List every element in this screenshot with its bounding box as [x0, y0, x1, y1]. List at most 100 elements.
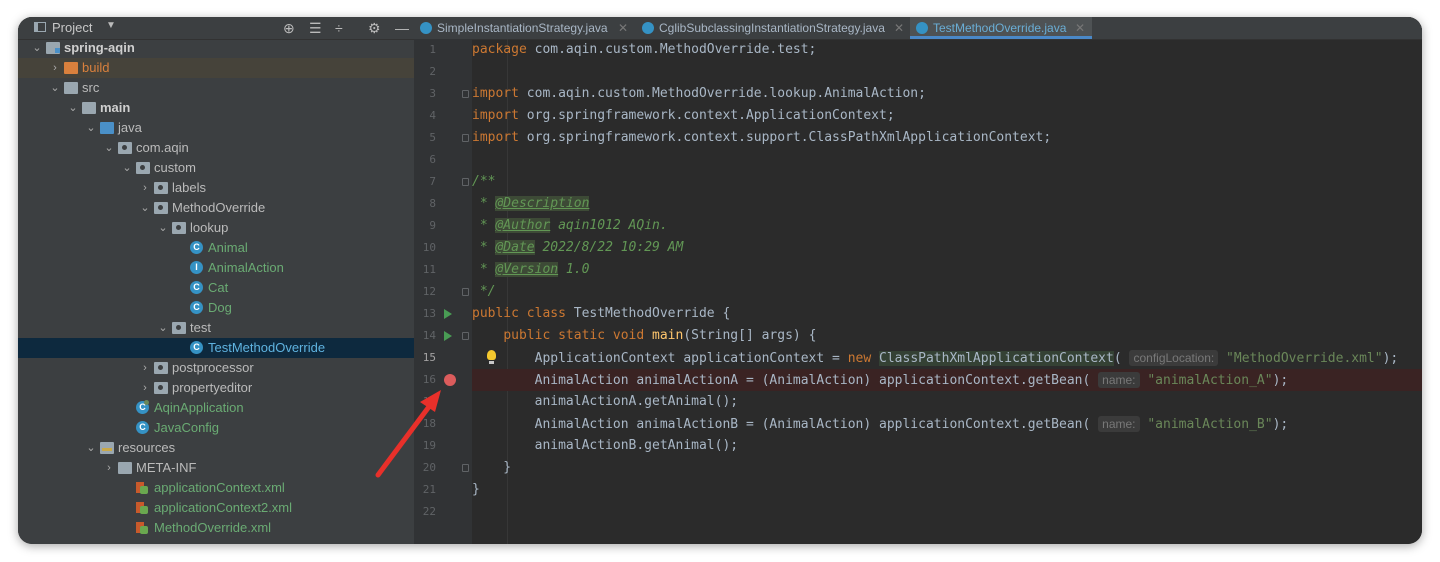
gutter-line[interactable]: 18 — [414, 413, 472, 435]
tree-item[interactable]: C AqinApplication — [18, 398, 414, 418]
chevron-down-icon[interactable]: ⌄ — [31, 38, 43, 58]
tree-item[interactable]: applicationContext.xml — [18, 478, 414, 498]
tree-item-label: MethodOverride — [172, 200, 266, 215]
fold-icon[interactable] — [462, 332, 469, 340]
project-icon — [34, 22, 46, 32]
gutter-line[interactable]: 1 — [414, 39, 472, 61]
fold-icon[interactable] — [462, 134, 469, 142]
tree-item[interactable]: ⌄ MethodOverride — [18, 198, 414, 218]
tree-item[interactable]: ⌄ resources — [18, 438, 414, 458]
gutter-line[interactable]: 17 — [414, 391, 472, 413]
fold-icon[interactable] — [462, 464, 469, 472]
chevron-down-icon[interactable]: ⌄ — [85, 118, 97, 138]
chevron-down-icon[interactable]: ⌄ — [67, 98, 79, 118]
tree-item[interactable]: MethodOverride.xml — [18, 518, 414, 538]
gutter-line[interactable]: 19 — [414, 435, 472, 457]
gutter-line[interactable]: 10 — [414, 237, 472, 259]
run-icon[interactable] — [444, 309, 452, 319]
line-number: 10 — [422, 241, 436, 254]
tree-item[interactable]: ⌄ spring-aqin — [18, 38, 414, 58]
tree-item-label: postprocessor — [172, 360, 254, 375]
tree-item[interactable]: ⌄ java — [18, 118, 414, 138]
editor-gutter[interactable]: 1 2 3 4 5 6 7 8 9 10 11 12 13 14 15 16 17 18 19 20 21 22 — [414, 39, 496, 544]
tree-item[interactable]: › labels — [18, 178, 414, 198]
close-icon[interactable]: ✕ — [618, 17, 628, 39]
chevron-right-icon[interactable]: › — [139, 178, 151, 198]
gutter-line[interactable]: 3 — [414, 83, 472, 105]
tree-item[interactable]: applicationContext2.xml — [18, 498, 414, 518]
tree-item[interactable]: › postprocessor — [18, 358, 414, 378]
chevron-down-icon[interactable]: ⌄ — [157, 218, 169, 238]
close-icon[interactable]: ✕ — [894, 17, 904, 39]
fold-icon[interactable] — [462, 178, 469, 186]
expand-all-icon[interactable]: ☰ — [309, 19, 322, 37]
tree-item[interactable]: ⌄ test — [18, 318, 414, 338]
chevron-down-icon[interactable]: ⌄ — [85, 438, 97, 458]
package-icon — [118, 142, 132, 154]
project-title[interactable]: Project — [52, 20, 92, 35]
chevron-right-icon[interactable]: › — [139, 358, 151, 378]
gutter-line[interactable]: 5 — [414, 127, 472, 149]
chevron-right-icon[interactable]: › — [49, 58, 61, 78]
tree-item[interactable]: C TestMethodOverride — [18, 338, 414, 358]
close-icon[interactable]: ✕ — [1075, 17, 1085, 39]
tree-item[interactable]: ⌄ com.aqin — [18, 138, 414, 158]
gutter-line[interactable]: 16 — [414, 369, 472, 391]
code-area[interactable]: package com.aqin.custom.MethodOverride.t… — [472, 39, 1422, 544]
chevron-down-icon[interactable]: ⌄ — [103, 138, 115, 158]
tree-item[interactable]: ⌄ custom — [18, 158, 414, 178]
gutter-line[interactable]: 20 — [414, 457, 472, 479]
hide-icon[interactable]: — — [395, 19, 409, 37]
class-icon: C — [190, 241, 203, 254]
class-reference: ClassPathXmlApplicationContext — [879, 351, 1114, 366]
fold-icon[interactable] — [462, 90, 469, 98]
chevron-down-icon[interactable]: ⌄ — [49, 78, 61, 98]
tree-item[interactable]: ⌄ main — [18, 98, 414, 118]
tab-test-method-override[interactable]: TestMethodOverride.java ✕ — [910, 17, 1092, 39]
chevron-down-icon[interactable]: ▼ — [106, 20, 116, 31]
gutter-line[interactable]: 4 — [414, 105, 472, 127]
gutter-line[interactable]: 21 — [414, 479, 472, 501]
code-text: ); — [1272, 417, 1289, 432]
tree-item[interactable]: C Dog — [18, 298, 414, 318]
code-line-14: public static void main(String[] args) { — [472, 325, 1422, 347]
gutter-line[interactable]: 15 — [414, 347, 496, 369]
collapse-all-icon[interactable]: ÷ — [335, 19, 343, 37]
fold-icon[interactable] — [462, 288, 469, 296]
gutter-line[interactable]: 8 — [414, 193, 472, 215]
tab-cglib-subclassing-instantiation-strategy[interactable]: CglibSubclassingInstantiationStrategy.ja… — [636, 17, 908, 39]
gutter-line[interactable]: 11 — [414, 259, 472, 281]
tree-item[interactable]: C Cat — [18, 278, 414, 298]
code-text: ); — [1382, 351, 1399, 366]
tree-item[interactable]: › build — [18, 58, 414, 78]
chevron-down-icon[interactable]: ⌄ — [157, 318, 169, 338]
run-icon[interactable] — [444, 331, 452, 341]
chevron-down-icon[interactable]: ⌄ — [139, 198, 151, 218]
gutter-line[interactable]: 7 — [414, 171, 472, 193]
gear-icon[interactable]: ⚙ — [368, 19, 381, 37]
chevron-down-icon[interactable]: ⌄ — [121, 158, 133, 178]
tree-item[interactable]: › META-INF — [18, 458, 414, 478]
gutter-line[interactable]: 9 — [414, 215, 472, 237]
line-number: 1 — [429, 43, 436, 56]
folder-icon — [64, 82, 78, 94]
chevron-right-icon[interactable]: › — [139, 378, 151, 398]
gutter-line[interactable]: 6 — [414, 149, 472, 171]
tree-item[interactable]: ⌄ src — [18, 78, 414, 98]
tree-item[interactable]: C Animal — [18, 238, 414, 258]
code-editor: SimpleInstantiationStrategy.java ✕ Cglib… — [414, 17, 1422, 544]
resources-folder-icon — [100, 442, 114, 454]
chevron-right-icon[interactable]: › — [103, 458, 115, 478]
tab-simple-instantiation-strategy[interactable]: SimpleInstantiationStrategy.java ✕ — [414, 17, 630, 39]
gutter-line[interactable]: 22 — [414, 501, 472, 523]
breakpoint-icon[interactable] — [444, 374, 456, 386]
locate-icon[interactable]: ⊕ — [283, 19, 295, 37]
gutter-line[interactable]: 13 — [414, 303, 472, 325]
tree-item[interactable]: I AnimalAction — [18, 258, 414, 278]
tree-item[interactable]: ⌄ lookup — [18, 218, 414, 238]
tree-item[interactable]: C JavaConfig — [18, 418, 414, 438]
gutter-line[interactable]: 2 — [414, 61, 472, 83]
gutter-line[interactable]: 12 — [414, 281, 472, 303]
tree-item[interactable]: › propertyeditor — [18, 378, 414, 398]
gutter-line[interactable]: 14 — [414, 325, 472, 347]
